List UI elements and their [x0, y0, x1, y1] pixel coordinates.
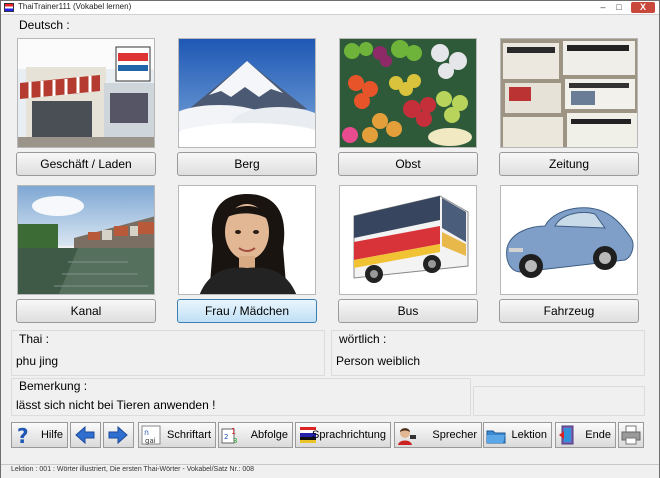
remark-label: Bemerkung : — [19, 379, 88, 393]
svg-text:3: 3 — [233, 437, 237, 445]
help-icon: ? — [17, 425, 29, 445]
help-label: Hilfe — [40, 429, 63, 441]
svg-text:ก: ก — [144, 428, 149, 437]
remark-panel: Bemerkung : lässt sich nicht bei Tieren … — [11, 378, 471, 416]
title-bar: ThaiTrainer111 (Vokabel lernen) – □ X — [1, 1, 659, 15]
font-button[interactable]: ก gai Schriftart — [138, 422, 216, 448]
speaker-icon — [398, 428, 416, 445]
svg-text:1: 1 — [231, 427, 236, 436]
mountain-image[interactable] — [178, 38, 316, 148]
lesson-label: Lektion — [511, 429, 547, 441]
printer-icon — [621, 425, 641, 445]
window-title: ThaiTrainer111 (Vokabel lernen) — [18, 2, 132, 11]
shop-image[interactable] — [17, 38, 155, 148]
status-text: Lektion : 001 : Wörter illustriert, Die … — [11, 466, 255, 473]
arrow-left-icon — [75, 425, 95, 445]
thai-label: Thai : — [19, 332, 50, 346]
direction-label: Sprachrichtung — [312, 429, 386, 441]
folder-icon — [486, 430, 506, 444]
end-button[interactable]: Ende — [555, 422, 616, 448]
maximize-button[interactable]: □ — [612, 2, 626, 13]
svg-text:2: 2 — [224, 433, 228, 441]
end-label: Ende — [585, 429, 611, 441]
literal-panel: wörtlich : Person weiblich — [331, 330, 645, 376]
word-button-canal[interactable]: Kanal — [16, 299, 156, 323]
word-button-bus[interactable]: Bus — [338, 299, 478, 323]
literal-value: Person weiblich — [336, 354, 421, 368]
sequence-button[interactable]: 2 1 3 Abfolge — [218, 422, 293, 448]
word-button-fruit[interactable]: Obst — [338, 152, 478, 176]
previous-button[interactable] — [70, 422, 101, 448]
next-button[interactable] — [103, 422, 134, 448]
car-image[interactable] — [500, 185, 638, 295]
flag-icon — [4, 3, 14, 12]
remark-value: lässt sich nicht bei Tieren anwenden ! — [16, 398, 216, 412]
close-button[interactable]: X — [631, 2, 655, 13]
font-icon: ก gai — [141, 425, 161, 445]
bus-image[interactable] — [339, 185, 477, 295]
woman-image[interactable] — [178, 185, 316, 295]
lesson-button[interactable]: Lektion — [483, 422, 552, 448]
status-bar: Lektion : 001 : Wörter illustriert, Die … — [1, 464, 659, 478]
arrow-right-icon — [108, 425, 128, 445]
sequence-label: Abfolge — [250, 429, 288, 441]
svg-text:?: ? — [17, 425, 29, 445]
thai-panel: Thai : phu jing — [11, 330, 325, 376]
print-button[interactable] — [618, 422, 644, 448]
remark-extra-panel — [473, 386, 645, 416]
speaker-label: Sprecher — [432, 429, 477, 441]
newspaper-image[interactable] — [500, 38, 638, 148]
section-label-deutsch: Deutsch : — [19, 18, 70, 32]
font-label: Schriftart — [166, 429, 211, 441]
literal-label: wörtlich : — [339, 332, 387, 346]
sequence-icon: 2 1 3 — [221, 427, 237, 445]
app-window: ThaiTrainer111 (Vokabel lernen) – □ X De… — [0, 0, 660, 478]
svg-text:gai: gai — [145, 437, 156, 445]
speaker-button[interactable]: Sprecher — [394, 422, 482, 448]
word-button-mountain[interactable]: Berg — [177, 152, 317, 176]
exit-icon — [559, 425, 574, 445]
word-button-shop[interactable]: Geschäft / Laden — [16, 152, 156, 176]
word-button-newspaper[interactable]: Zeitung — [499, 152, 639, 176]
fruit-image[interactable] — [339, 38, 477, 148]
canal-image[interactable] — [17, 185, 155, 295]
word-button-woman[interactable]: Frau / Mädchen — [177, 299, 317, 323]
direction-button[interactable]: Sprachrichtung — [295, 422, 391, 448]
minimize-button[interactable]: – — [596, 2, 610, 13]
word-button-car[interactable]: Fahrzeug — [499, 299, 639, 323]
thai-value: phu jing — [16, 354, 59, 368]
help-button[interactable]: ? Hilfe — [11, 422, 68, 448]
